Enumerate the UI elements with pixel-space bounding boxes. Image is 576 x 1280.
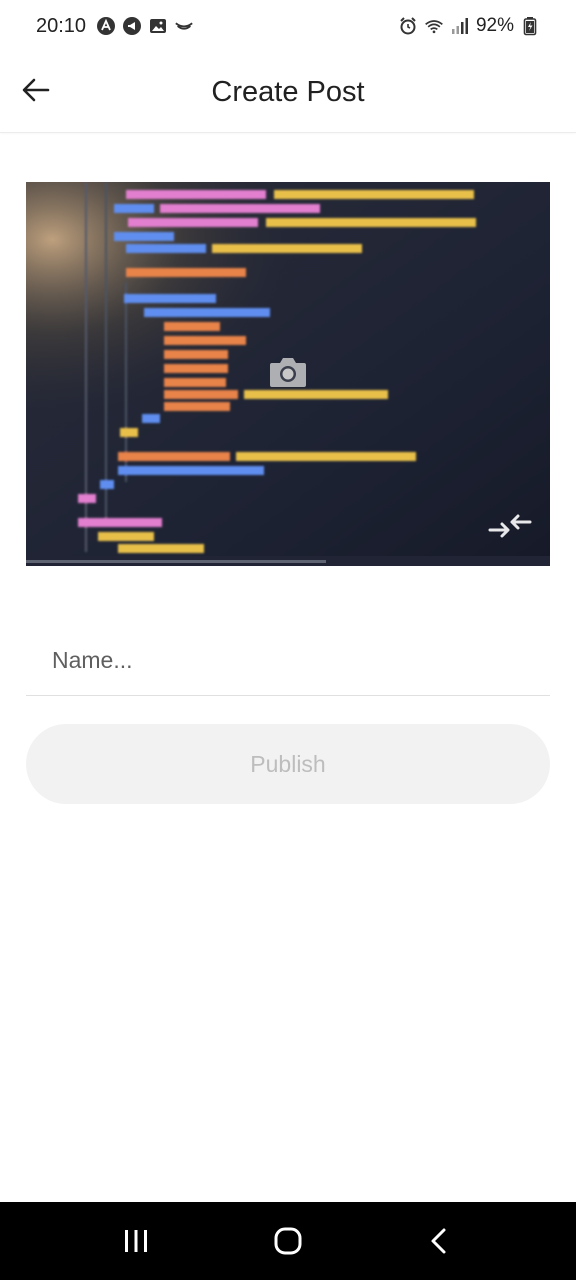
- app-notification-icon: [96, 16, 116, 36]
- home-button[interactable]: [258, 1211, 318, 1271]
- recent-apps-button[interactable]: [106, 1211, 166, 1271]
- status-left: 20:10: [36, 15, 194, 38]
- alarm-icon: [398, 16, 418, 36]
- arrow-left-icon: [22, 78, 50, 102]
- photo-preview[interactable]: [26, 182, 550, 566]
- camera-button[interactable]: [266, 352, 310, 392]
- app-header: Create Post: [0, 52, 576, 133]
- status-time: 20:10: [36, 14, 87, 37]
- page-title: Create Post: [211, 75, 365, 108]
- publish-button[interactable]: Publish: [26, 724, 550, 804]
- recent-apps-icon: [125, 1230, 147, 1252]
- wave-icon: [174, 16, 194, 36]
- status-bar: 20:10 92%: [0, 0, 576, 52]
- camera-icon: [270, 358, 306, 387]
- megaphone-icon: [122, 16, 142, 36]
- system-back-button[interactable]: [410, 1211, 470, 1271]
- create-post-screen: 20:10 92% Create Post Name... Publish: [0, 0, 576, 1280]
- battery-percent: 92%: [475, 15, 514, 36]
- gallery-icon: [148, 16, 168, 36]
- status-right: 92%: [398, 15, 540, 37]
- navigation-bar: [0, 1202, 576, 1280]
- name-input[interactable]: [26, 626, 550, 696]
- battery-icon: [520, 16, 540, 36]
- signal-icon: [450, 16, 470, 36]
- back-button[interactable]: [16, 70, 56, 110]
- back-icon: [431, 1228, 446, 1254]
- home-icon: [274, 1227, 302, 1255]
- wifi-icon: [424, 16, 444, 36]
- flip-camera-icon[interactable]: [488, 510, 532, 542]
